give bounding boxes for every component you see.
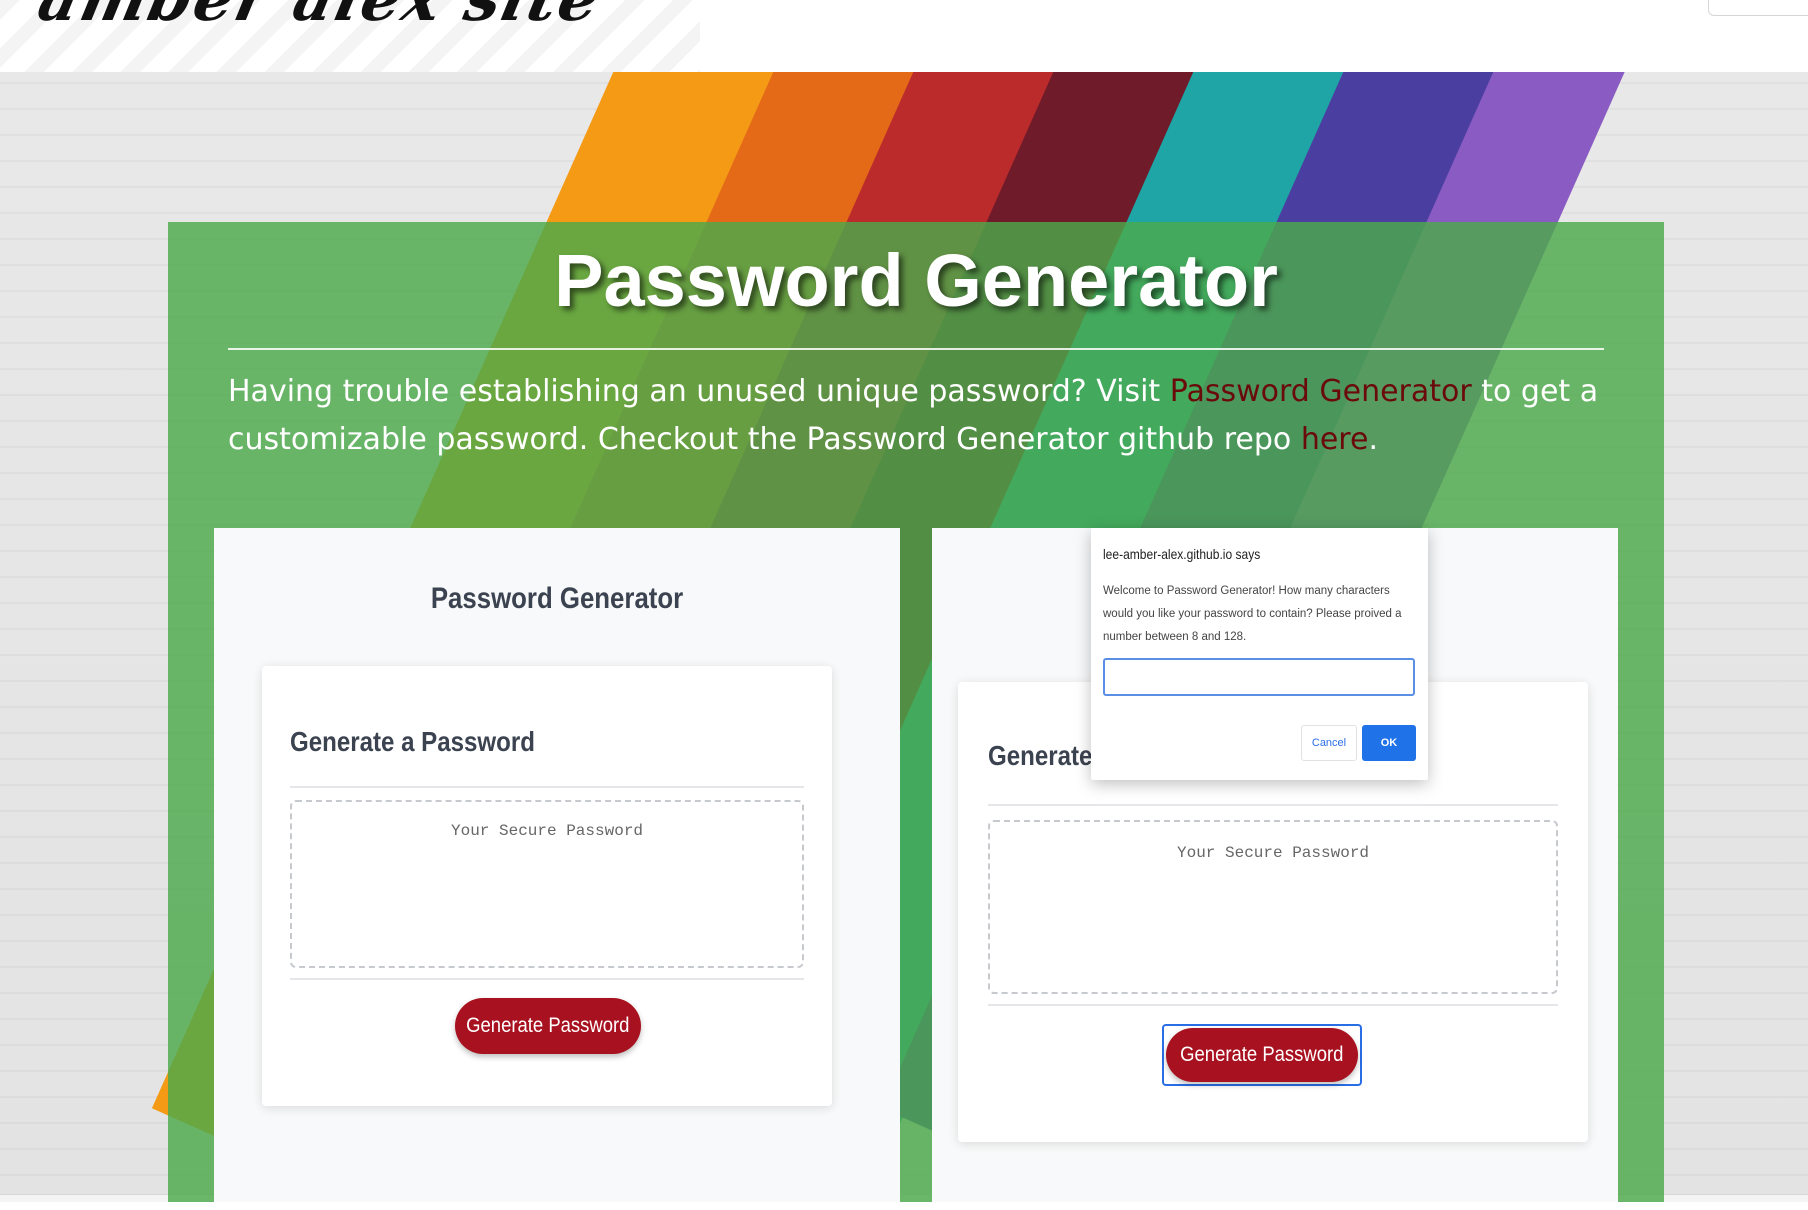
nav-toggle-button[interactable] [1708,0,1808,16]
generate-password-button[interactable]: Generate Password [1166,1028,1358,1082]
dialog-origin-title: lee-amber-alex.github.io says [1103,546,1261,562]
password-generator-link[interactable]: Password Generator [1170,374,1472,409]
page-title: Password Generator [554,239,1278,322]
site-logo[interactable]: amber alex site [32,0,688,35]
top-navbar: amber alex site [0,0,1808,72]
description-text: . [1368,422,1378,457]
password-display: Your Secure Password [988,820,1558,994]
github-repo-link[interactable]: here [1301,422,1369,457]
dialog-input-field[interactable] [1103,658,1415,696]
project-description: Having trouble establishing an unused un… [228,368,1604,464]
dialog-cancel-button[interactable]: Cancel [1301,725,1357,761]
generate-password-button[interactable]: Generate Password [455,998,641,1054]
card-divider [290,786,804,788]
dialog-message: Welcome to Password Generator! How many … [1103,585,1402,643]
password-placeholder: Your Secure Password [450,822,644,840]
screenshot-default-state: Password Generator Generate a Password Y… [214,528,900,1202]
generator-card: Generate a Password Your Secure Password… [262,666,832,1106]
password-placeholder: Your Secure Password [1176,844,1370,862]
password-display: Your Secure Password [290,800,804,968]
description-text: Having trouble establishing an unused un… [228,374,1170,409]
card-divider [988,804,1558,806]
card-divider [988,1004,1558,1006]
dialog-ok-button[interactable]: OK [1362,725,1416,761]
screenshot-app-title: Password Generator [430,582,684,615]
title-divider [228,348,1604,350]
browser-prompt-dialog: lee-amber-alex.github.io says Welcome to… [1091,528,1428,780]
card-divider [290,978,804,980]
card-heading: Generate a Password [290,726,535,757]
